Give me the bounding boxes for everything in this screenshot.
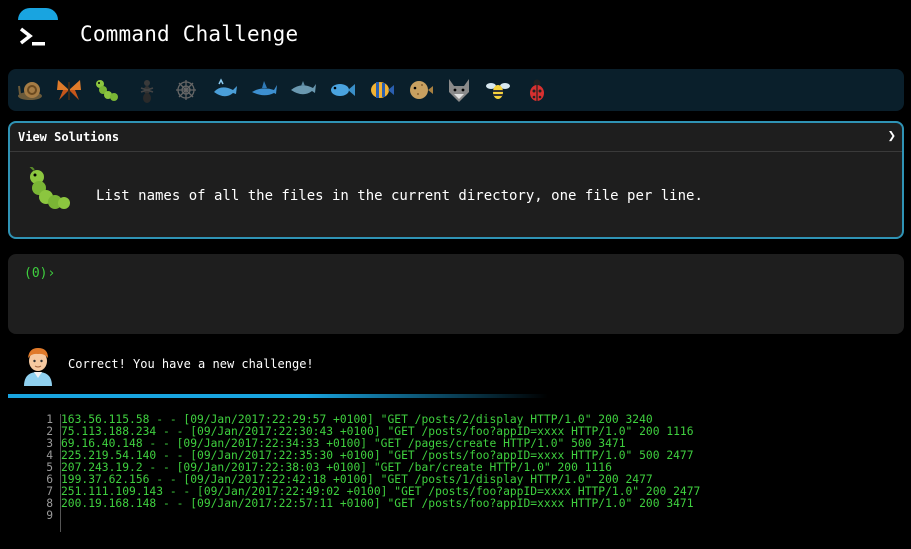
spider-web-icon[interactable] bbox=[172, 76, 200, 104]
header: Command Challenge bbox=[0, 0, 911, 66]
tropical-fish-icon[interactable] bbox=[367, 76, 395, 104]
log-line: 8 200.19.168.148 - - [09/Jan/2017:22:57:1… bbox=[30, 498, 880, 510]
terminal-input[interactable]: (0)› bbox=[8, 254, 904, 334]
butterfly-icon[interactable] bbox=[55, 76, 83, 104]
caterpillar-icon[interactable] bbox=[94, 76, 122, 104]
snail-icon[interactable] bbox=[16, 76, 44, 104]
blowfish-icon[interactable] bbox=[406, 76, 434, 104]
bee-icon[interactable] bbox=[484, 76, 512, 104]
terminal-prompt: (0)› bbox=[24, 266, 56, 281]
challenge-card: View Solutions ❯ List names of all the f… bbox=[8, 121, 904, 239]
caterpillar-icon bbox=[29, 167, 70, 209]
fish-icon[interactable] bbox=[328, 76, 356, 104]
terminal-prompt-icon[interactable] bbox=[18, 26, 48, 48]
log-file-viewer: 1 163.56.115.58 - - [09/Jan/2017:22:29:57… bbox=[30, 414, 880, 532]
view-solutions-toggle[interactable]: View Solutions ❯ bbox=[10, 123, 902, 152]
view-solutions-label[interactable]: View Solutions bbox=[18, 130, 119, 144]
shark-icon[interactable] bbox=[250, 76, 278, 104]
dolphin-icon[interactable] bbox=[289, 76, 317, 104]
logo-arc bbox=[18, 8, 58, 20]
page-title: Command Challenge bbox=[80, 22, 299, 46]
chevron-right-icon[interactable]: ❯ bbox=[888, 128, 896, 144]
wolf-icon[interactable] bbox=[445, 76, 473, 104]
progress-underline bbox=[8, 394, 548, 398]
line-number: 9 bbox=[46, 509, 53, 522]
ladybug-icon[interactable] bbox=[523, 76, 551, 104]
ant-icon[interactable] bbox=[133, 76, 161, 104]
log-line: 9 bbox=[30, 510, 880, 522]
whale-icon[interactable] bbox=[211, 76, 239, 104]
log-text: 200.19.168.148 - - [09/Jan/2017:22:57:11… bbox=[61, 497, 694, 510]
status-message: Correct! You have a new challenge! bbox=[68, 357, 314, 371]
challenge-progress-bar bbox=[8, 69, 904, 111]
challenge-description: List names of all the files in the curre… bbox=[96, 188, 703, 204]
avatar bbox=[24, 348, 52, 386]
